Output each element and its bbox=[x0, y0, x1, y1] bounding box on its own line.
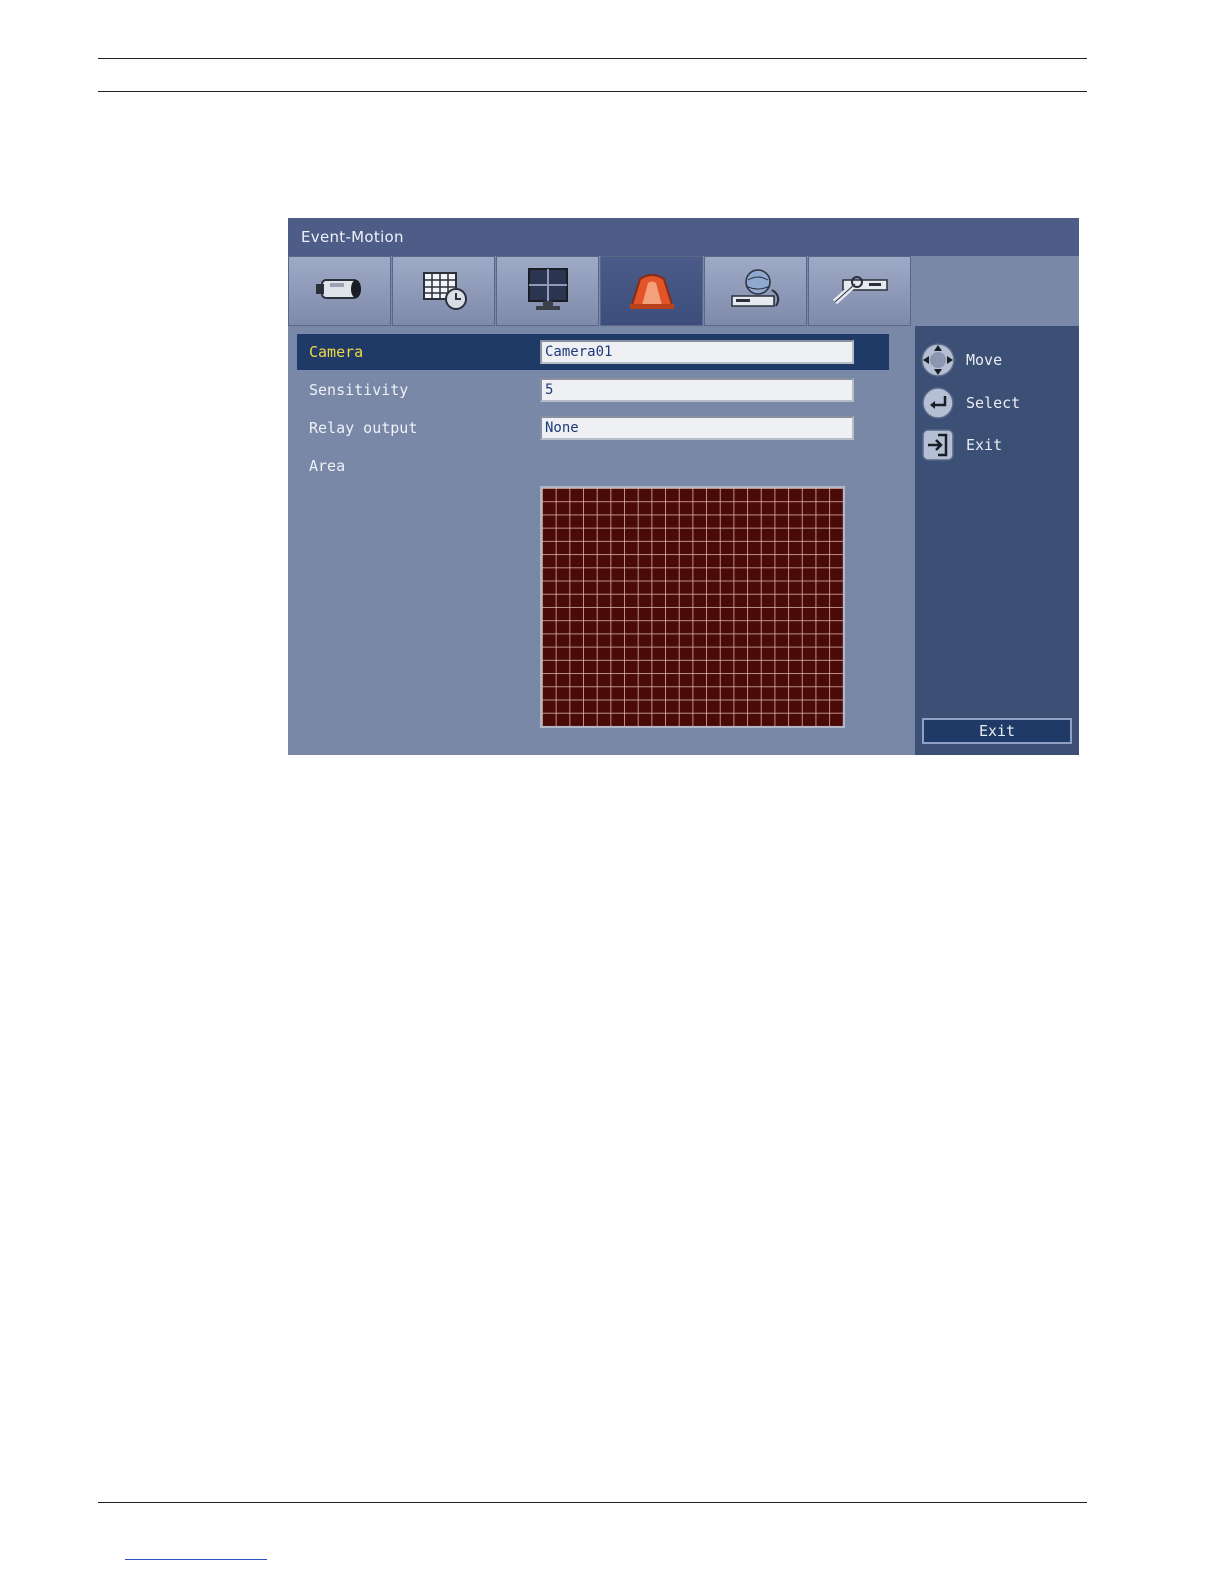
control-hints-sidebar: Move Select Exit Exit bbox=[915, 326, 1079, 755]
hint-move: Move bbox=[920, 342, 1002, 378]
tab-camera[interactable] bbox=[288, 256, 391, 326]
dvr-menu-window: Event-Motion Camera Camera01 Sensitivity… bbox=[288, 218, 1079, 755]
schedule-icon bbox=[416, 267, 472, 315]
window-title: Event-Motion bbox=[288, 218, 1079, 256]
hint-exit: Exit bbox=[920, 427, 1002, 463]
sensitivity-row[interactable]: Sensitivity 5 bbox=[297, 372, 889, 408]
hint-select-label: Select bbox=[966, 394, 1021, 412]
tab-bar-filler bbox=[915, 256, 1079, 326]
network-icon bbox=[726, 266, 786, 316]
camera-label: Camera bbox=[309, 343, 364, 361]
tab-monitor[interactable] bbox=[496, 256, 599, 326]
monitor-icon bbox=[523, 266, 573, 316]
system-tools-icon bbox=[829, 268, 891, 314]
camera-icon bbox=[312, 269, 368, 313]
camera-row[interactable]: Camera Camera01 bbox=[297, 334, 889, 370]
sensitivity-field[interactable]: 5 bbox=[540, 378, 854, 402]
tab-schedule[interactable] bbox=[392, 256, 495, 326]
exit-button[interactable]: Exit bbox=[922, 718, 1072, 744]
tab-alarm-event[interactable] bbox=[600, 256, 703, 326]
tab-system-tools[interactable] bbox=[808, 256, 911, 326]
footer-link-underline[interactable] bbox=[125, 1559, 267, 1560]
relay-output-row[interactable]: Relay output None bbox=[297, 410, 889, 446]
area-row: Area bbox=[297, 448, 889, 484]
tab-network[interactable] bbox=[704, 256, 807, 326]
menu-tabs bbox=[288, 256, 915, 326]
enter-icon bbox=[920, 385, 956, 421]
camera-field[interactable]: Camera01 bbox=[540, 340, 854, 364]
exit-icon bbox=[920, 427, 956, 463]
relay-output-label: Relay output bbox=[309, 419, 418, 437]
settings-panel: Camera Camera01 Sensitivity 5 Relay outp… bbox=[288, 326, 915, 755]
page-header-rule-top bbox=[98, 58, 1087, 59]
area-label: Area bbox=[309, 457, 346, 475]
relay-output-field[interactable]: None bbox=[540, 416, 854, 440]
motion-area-grid[interactable] bbox=[540, 486, 845, 728]
hint-exit-label: Exit bbox=[966, 436, 1003, 454]
dpad-icon bbox=[920, 342, 956, 378]
hint-select: Select bbox=[920, 385, 1020, 421]
sensitivity-label: Sensitivity bbox=[309, 381, 409, 399]
alarm-icon bbox=[624, 267, 680, 315]
hint-move-label: Move bbox=[966, 351, 1003, 369]
page-header-rule-bottom bbox=[98, 91, 1087, 92]
page-footer-rule bbox=[98, 1502, 1087, 1503]
